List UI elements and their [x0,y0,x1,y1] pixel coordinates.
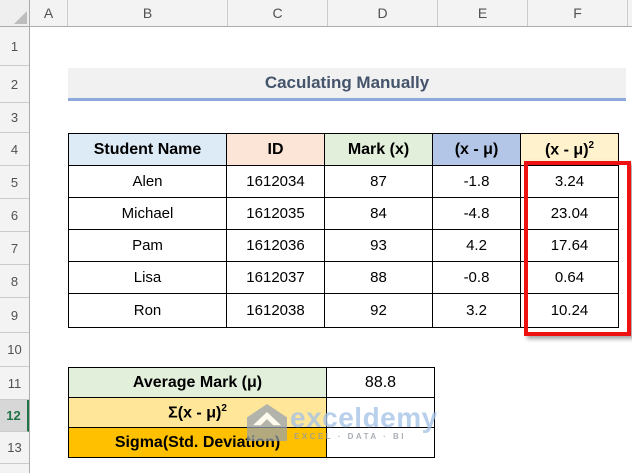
cell-D7[interactable]: 93 [324,229,433,262]
cell-sum-squares-value[interactable] [326,397,435,428]
select-all-button[interactable] [0,0,30,27]
cell-C9[interactable]: 1612038 [226,293,325,328]
summary-row-average: Average Mark (μ) 88.8 [68,367,435,398]
sheet-title-cell[interactable]: Caculating Manually [68,68,626,101]
table-row: Lisa 1612037 88 -0.8 0.64 [68,261,619,294]
row-header-1[interactable]: 1 [0,27,29,66]
sum-squares-label-exponent: 2 [221,402,227,414]
student-marks-table: Student Name ID Mark (x) (x - μ) (x - μ)… [68,133,619,328]
sum-squares-label-base: Σ(x - μ) [168,404,222,422]
cell-E6[interactable]: -4.8 [432,197,521,230]
row-header-11[interactable]: 11 [0,367,29,400]
table-row: Pam 1612036 93 4.2 17.64 [68,229,619,262]
cell-B6[interactable]: Michael [68,197,227,230]
cell-C6[interactable]: 1612035 [226,197,325,230]
row-header-4[interactable]: 4 [0,133,29,166]
header-deviation-squared-exponent: 2 [588,139,595,151]
cell-E7[interactable]: 4.2 [432,229,521,262]
column-header-C[interactable]: C [228,0,328,26]
column-header-A[interactable]: A [30,0,68,26]
header-cell-student-name[interactable]: Student Name [68,133,227,166]
row-header-10[interactable]: 10 [0,333,29,367]
column-header-F[interactable]: F [528,0,628,26]
table-row: Ron 1612038 92 3.2 10.24 [68,293,619,328]
header-cell-mark[interactable]: Mark (x) [324,133,433,166]
row-header-3[interactable]: 3 [0,103,29,133]
row-header-6[interactable]: 6 [0,199,29,232]
summary-row-sigma: Sigma(Std. Deviation) [68,427,435,458]
row-header-12-active[interactable]: 12 [0,400,29,432]
cell-B7[interactable]: Pam [68,229,227,262]
row-header-partial [0,464,29,473]
table-row: Michael 1612035 84 -4.8 23.04 [68,197,619,230]
cell-F5[interactable]: 3.24 [520,165,619,198]
header-deviation-squared-base: (x - μ) [544,141,589,159]
column-header-B[interactable]: B [68,0,228,26]
cell-sum-squares-label[interactable]: Σ(x - μ)2 [68,397,327,428]
cell-E9[interactable]: 3.2 [432,293,521,328]
row-header-8[interactable]: 8 [0,265,29,298]
cell-C5[interactable]: 1612034 [226,165,325,198]
header-cell-id[interactable]: ID [226,133,325,166]
cell-D5[interactable]: 87 [324,165,433,198]
cell-sigma-label[interactable]: Sigma(Std. Deviation) [68,427,327,458]
cell-F8[interactable]: 0.64 [520,261,619,294]
header-cell-deviation[interactable]: (x - μ) [432,133,521,166]
cell-E5[interactable]: -1.8 [432,165,521,198]
column-header-strip: A B C D E F [30,0,632,27]
cell-D6[interactable]: 84 [324,197,433,230]
cell-B5[interactable]: Alen [68,165,227,198]
cell-D9[interactable]: 92 [324,293,433,328]
row-header-2[interactable]: 2 [0,66,29,103]
cell-B9[interactable]: Ron [68,293,227,328]
cell-D8[interactable]: 88 [324,261,433,294]
header-cell-deviation-squared[interactable]: (x - μ)2 [520,133,619,166]
summary-table: Average Mark (μ) 88.8 Σ(x - μ)2 Sigma(St… [68,367,435,458]
cell-E8[interactable]: -0.8 [432,261,521,294]
cell-C8[interactable]: 1612037 [226,261,325,294]
cell-F9[interactable]: 10.24 [520,293,619,328]
row-header-13[interactable]: 13 [0,432,29,464]
row-header-strip: 1 2 3 4 5 6 7 8 9 10 11 12 13 [0,27,30,473]
cell-F6[interactable]: 23.04 [520,197,619,230]
summary-row-sum-of-squares: Σ(x - μ)2 [68,397,435,428]
cell-C7[interactable]: 1612036 [226,229,325,262]
select-all-triangle-icon [14,11,27,24]
cell-B8[interactable]: Lisa [68,261,227,294]
table-row: Alen 1612034 87 -1.8 3.24 [68,165,619,198]
column-header-E[interactable]: E [438,0,528,26]
cell-sigma-value[interactable] [326,427,435,458]
row-header-5[interactable]: 5 [0,166,29,199]
column-header-partial [628,0,632,26]
excel-worksheet: A B C D E F 1 2 3 4 5 6 7 8 9 10 11 12 1… [0,0,632,473]
row-header-7[interactable]: 7 [0,232,29,265]
cell-average-mark-label[interactable]: Average Mark (μ) [68,367,327,398]
row-header-9[interactable]: 9 [0,298,29,333]
cell-F7[interactable]: 17.64 [520,229,619,262]
cell-average-mark-value[interactable]: 88.8 [326,367,435,398]
column-header-D[interactable]: D [328,0,438,26]
table-header-row: Student Name ID Mark (x) (x - μ) (x - μ)… [68,133,619,166]
